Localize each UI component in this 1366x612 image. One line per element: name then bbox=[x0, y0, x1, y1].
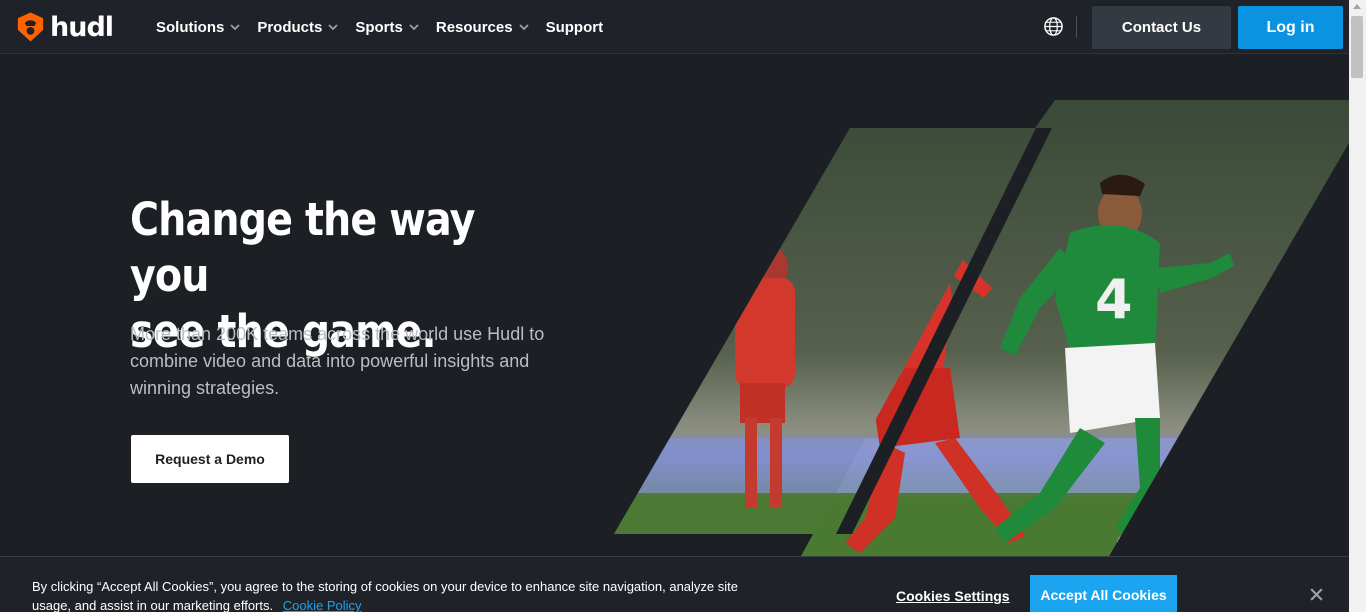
cookie-policy-link[interactable]: Cookie Policy bbox=[283, 598, 362, 612]
nav-item-label: Products bbox=[257, 18, 323, 36]
svg-text:4: 4 bbox=[1095, 268, 1133, 331]
nav-item-products[interactable]: Products bbox=[257, 19, 339, 36]
nav-item-solutions[interactable]: Solutions bbox=[156, 19, 241, 36]
nav-item-label: Support bbox=[545, 18, 604, 36]
nav-item-label: Sports bbox=[355, 18, 403, 36]
cookies-settings-button[interactable]: Cookies Settings bbox=[896, 588, 1010, 604]
page-scrollbar[interactable] bbox=[1349, 0, 1366, 612]
brand-name: hudl bbox=[50, 11, 114, 43]
globe-icon[interactable] bbox=[1043, 16, 1064, 37]
scrollbar-thumb[interactable] bbox=[1351, 16, 1363, 78]
main-nav: Solutions Products Sports Resources Supp… bbox=[156, 0, 619, 54]
chevron-down-icon bbox=[518, 24, 529, 31]
login-button[interactable]: Log in bbox=[1238, 6, 1343, 49]
chevron-down-icon bbox=[328, 24, 338, 31]
cookie-banner: By clicking “Accept All Cookies”, you ag… bbox=[0, 556, 1349, 612]
cookie-message-text: By clicking “Accept All Cookies”, you ag… bbox=[32, 579, 738, 612]
accept-all-cookies-button[interactable]: Accept All Cookies bbox=[1030, 575, 1177, 612]
scroll-up-arrow-icon[interactable] bbox=[1353, 4, 1361, 9]
hudl-logo[interactable]: hudl bbox=[14, 9, 114, 45]
nav-item-support[interactable]: Support bbox=[546, 19, 604, 36]
header-divider bbox=[1076, 16, 1077, 38]
contact-us-button[interactable]: Contact Us bbox=[1092, 6, 1231, 49]
nav-item-resources[interactable]: Resources bbox=[436, 19, 530, 36]
top-navigation-bar: hudl Solutions Products Sports Resources… bbox=[0, 0, 1349, 54]
chevron-down-icon bbox=[409, 24, 419, 31]
request-demo-button[interactable]: Request a Demo bbox=[131, 435, 289, 483]
hero-title-line-1: Change the way you bbox=[130, 193, 475, 302]
nav-item-sports[interactable]: Sports bbox=[355, 19, 420, 36]
hero-subtitle: More than 200K teams across the world us… bbox=[130, 324, 545, 398]
nav-item-label: Solutions bbox=[156, 18, 225, 36]
chevron-down-icon bbox=[230, 24, 240, 31]
hero-soccer-image: 4 bbox=[614, 100, 1349, 558]
close-icon[interactable] bbox=[1309, 587, 1324, 602]
nav-item-label: Resources bbox=[435, 18, 513, 36]
cookie-message: By clicking “Accept All Cookies”, you ag… bbox=[32, 577, 762, 612]
hudl-logo-icon bbox=[17, 12, 44, 42]
